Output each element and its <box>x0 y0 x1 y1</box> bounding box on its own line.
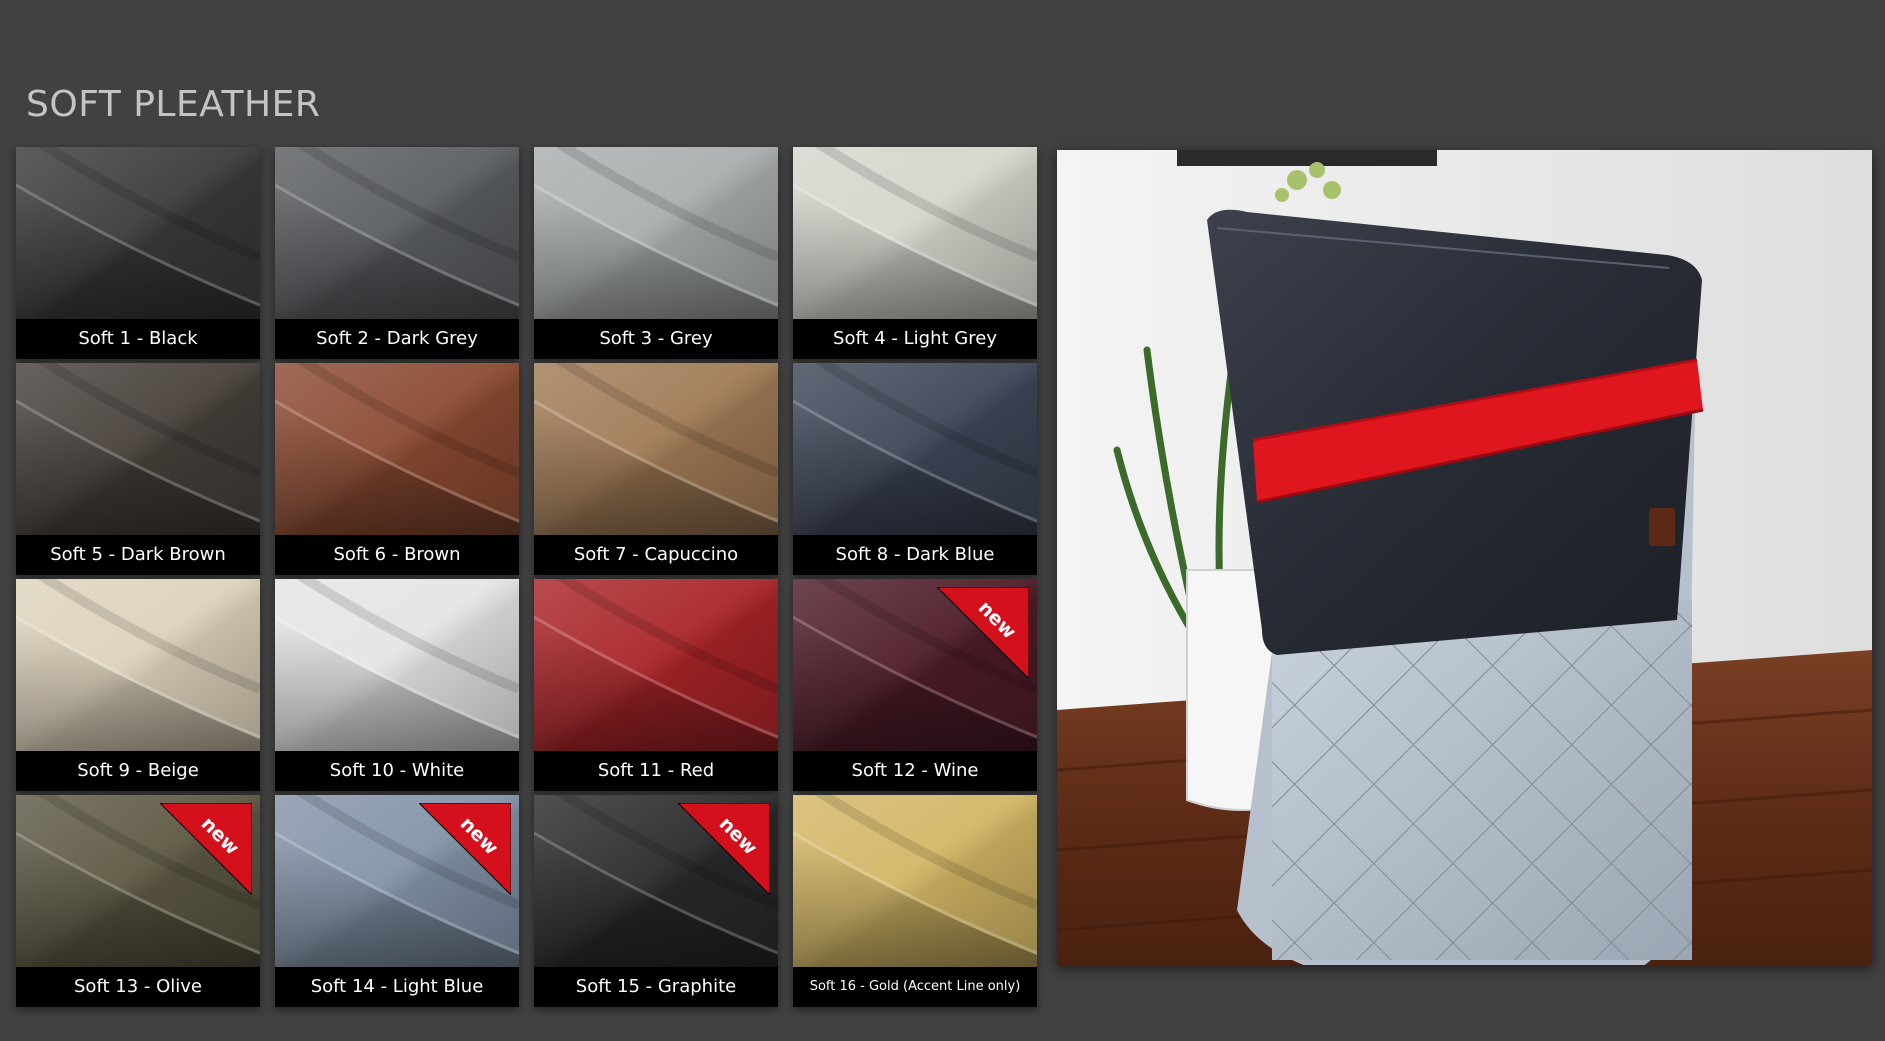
swatch-image <box>534 579 778 751</box>
swatch-image <box>793 147 1037 319</box>
swatch-image <box>16 579 260 751</box>
swatch-image <box>793 795 1037 967</box>
swatch-soft-12-wine[interactable]: new Soft 12 - Wine <box>793 579 1037 791</box>
page-title: SOFT PLEATHER <box>26 84 321 126</box>
swatch-soft-1-black[interactable]: Soft 1 - Black <box>16 147 260 359</box>
swatch-soft-4-light-grey[interactable]: Soft 4 - Light Grey <box>793 147 1037 359</box>
swatch-soft-6-brown[interactable]: Soft 6 - Brown <box>275 363 519 575</box>
new-badge: new <box>676 802 771 897</box>
swatch-label: Soft 8 - Dark Blue <box>793 535 1037 575</box>
swatch-image <box>275 147 519 319</box>
swatch-soft-5-dark-brown[interactable]: Soft 5 - Dark Brown <box>16 363 260 575</box>
swatch-label: Soft 1 - Black <box>16 319 260 359</box>
swatch-image <box>275 579 519 751</box>
swatch-grid: Soft 1 - Black Soft 2 - Dark Grey Soft 3 -… <box>16 147 1040 1019</box>
swatch-soft-15-graphite[interactable]: new Soft 15 - Graphite <box>534 795 778 1007</box>
swatch-image <box>16 363 260 535</box>
swatch-label: Soft 3 - Grey <box>534 319 778 359</box>
swatch-label: Soft 15 - Graphite <box>534 967 778 1007</box>
swatch-image <box>16 147 260 319</box>
swatch-label: Soft 4 - Light Grey <box>793 319 1037 359</box>
swatch-soft-11-red[interactable]: Soft 11 - Red <box>534 579 778 791</box>
swatch-image <box>534 147 778 319</box>
swatch-label: Soft 13 - Olive <box>16 967 260 1007</box>
swatch-label: Soft 6 - Brown <box>275 535 519 575</box>
swatch-label: Soft 16 - Gold (Accent Line only) <box>793 967 1037 1007</box>
swatch-soft-16-gold[interactable]: Soft 16 - Gold (Accent Line only) <box>793 795 1037 1007</box>
swatch-label: Soft 11 - Red <box>534 751 778 791</box>
swatch-image <box>793 363 1037 535</box>
swatch-label: Soft 12 - Wine <box>793 751 1037 791</box>
swatch-soft-14-light-blue[interactable]: new Soft 14 - Light Blue <box>275 795 519 1007</box>
swatch-label: Soft 9 - Beige <box>16 751 260 791</box>
swatch-label: Soft 2 - Dark Grey <box>275 319 519 359</box>
swatch-label: Soft 7 - Capuccino <box>534 535 778 575</box>
new-badge: new <box>935 586 1030 681</box>
swatch-label: Soft 10 - White <box>275 751 519 791</box>
swatch-soft-10-white[interactable]: Soft 10 - White <box>275 579 519 791</box>
swatch-soft-9-beige[interactable]: Soft 9 - Beige <box>16 579 260 791</box>
swatch-label: Soft 5 - Dark Brown <box>16 535 260 575</box>
new-badge: new <box>417 802 512 897</box>
product-photo <box>1057 150 1872 965</box>
product-photo-image <box>1057 150 1872 965</box>
swatch-soft-2-dark-grey[interactable]: Soft 2 - Dark Grey <box>275 147 519 359</box>
swatch-soft-13-olive[interactable]: new Soft 13 - Olive <box>16 795 260 1007</box>
swatch-soft-3-grey[interactable]: Soft 3 - Grey <box>534 147 778 359</box>
swatch-label: Soft 14 - Light Blue <box>275 967 519 1007</box>
new-badge: new <box>158 802 253 897</box>
swatch-image <box>275 363 519 535</box>
swatch-soft-8-dark-blue[interactable]: Soft 8 - Dark Blue <box>793 363 1037 575</box>
swatch-soft-7-capuccino[interactable]: Soft 7 - Capuccino <box>534 363 778 575</box>
swatch-image <box>534 363 778 535</box>
